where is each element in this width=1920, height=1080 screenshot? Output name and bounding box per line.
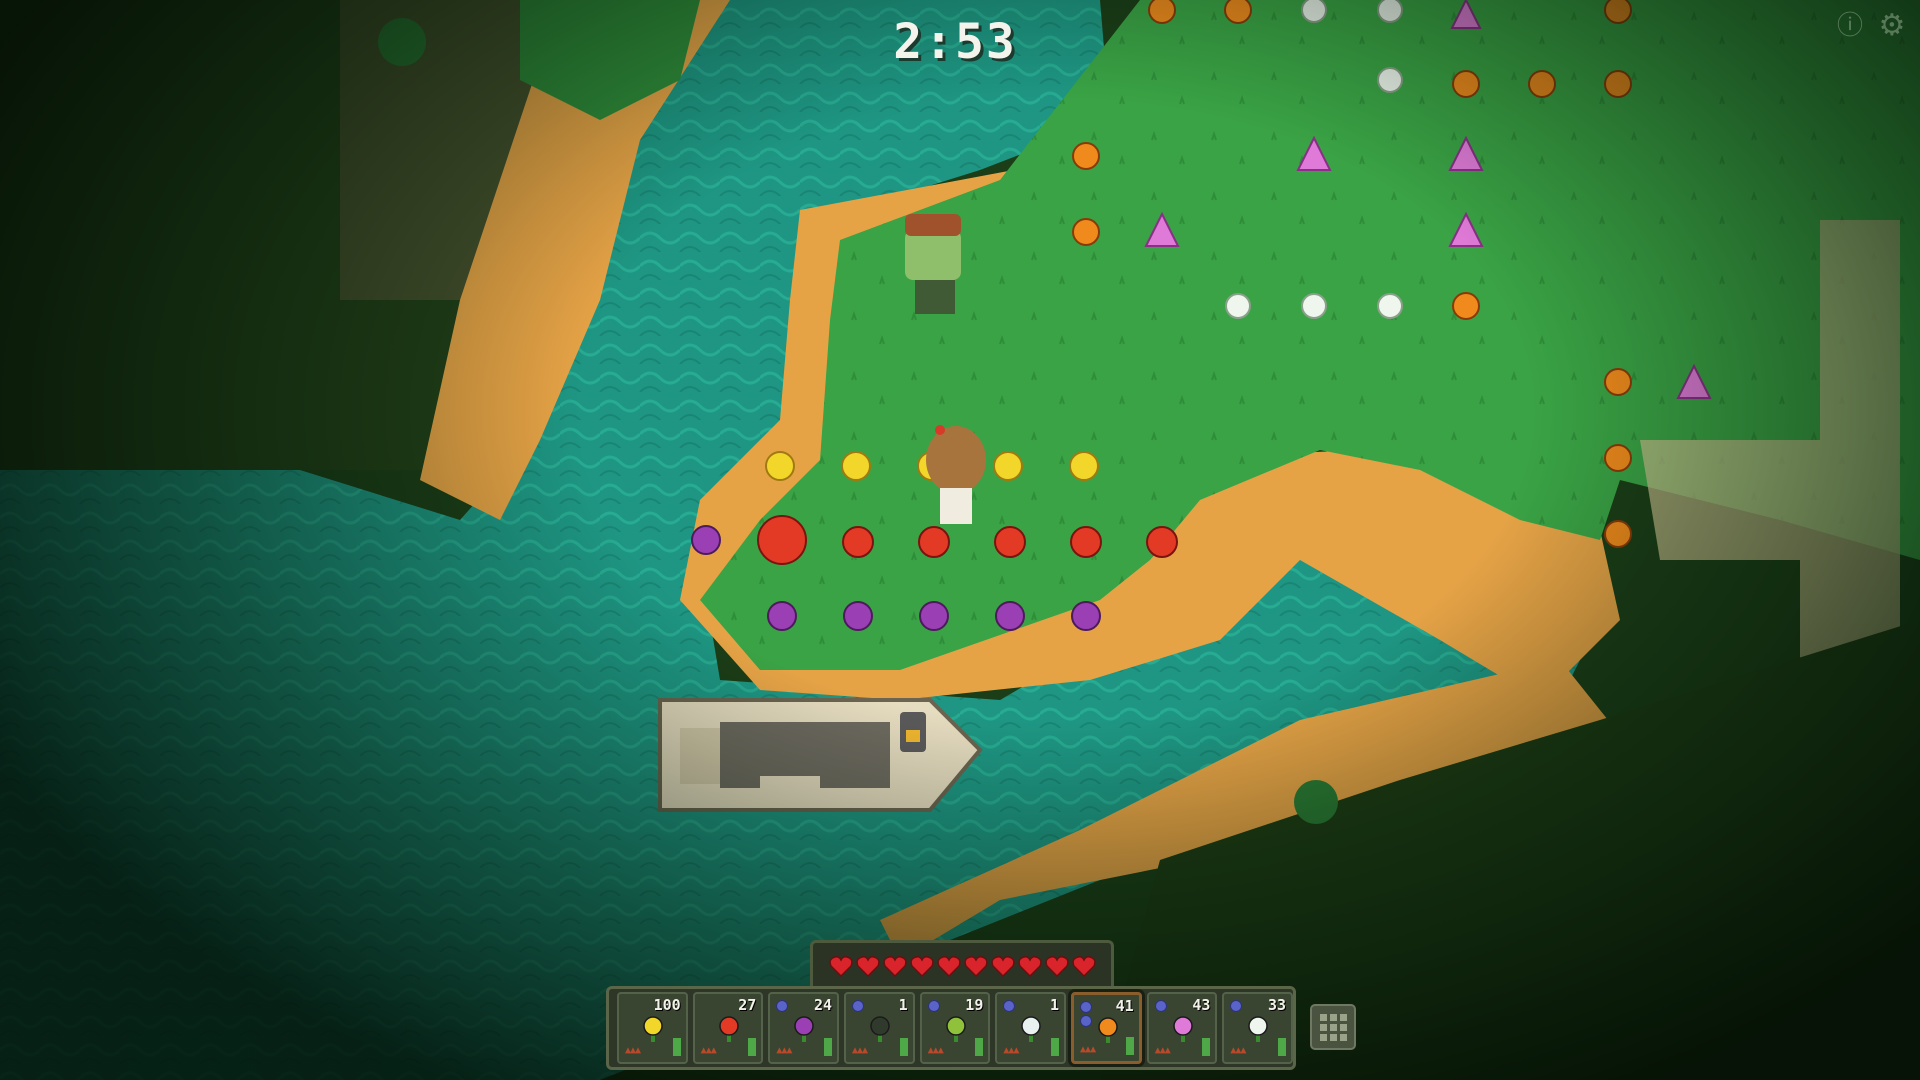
mana-dot-icon — [1080, 1001, 1093, 1013]
item-count: 1 — [1050, 996, 1060, 1014]
boat[interactable] — [658, 698, 983, 812]
hotbar-slot-white-seed[interactable]: 1 ▲▲▲ — [995, 992, 1067, 1064]
growth-bar — [1278, 1038, 1287, 1056]
quality-icon: ▲▲▲ — [776, 1045, 792, 1056]
round-timer: 2:53 — [893, 14, 1017, 70]
quality-icon: ▲▲▲ — [1003, 1045, 1019, 1056]
purple-flower-icon — [794, 1016, 815, 1042]
gear-icon[interactable]: ⚙ — [1878, 11, 1906, 41]
hotbar-slot-dark-seed[interactable]: 1 ▲▲▲ — [844, 992, 915, 1064]
growth-bar — [1125, 1037, 1134, 1055]
quality-icon: ▲▲▲ — [927, 1045, 944, 1056]
growth-bar — [748, 1038, 757, 1056]
heart-icon — [882, 956, 907, 977]
heart-icon — [1017, 956, 1042, 977]
info-icon[interactable]: ⓘ — [1836, 12, 1864, 40]
hotbar-slot-white-flower[interactable]: 33 ▲▲▲ — [1222, 992, 1294, 1064]
white-seed-icon — [1021, 1016, 1042, 1042]
heart-icon — [990, 956, 1015, 977]
mana-dot-icon — [1154, 1000, 1167, 1012]
heart-icon — [1071, 956, 1096, 977]
hotbar-slot-orange-flower[interactable]: 41 ▲▲▲ — [1071, 992, 1142, 1064]
red-flower-icon — [718, 1016, 739, 1042]
dark-seed-icon — [870, 1016, 890, 1042]
quality-icon: ▲▲▲ — [1154, 1045, 1171, 1056]
quality-icon: ▲▲▲ — [700, 1045, 717, 1056]
heart-icon — [936, 956, 961, 977]
growth-bar — [975, 1038, 984, 1056]
heart-icon — [828, 956, 853, 977]
orange-flower-icon — [1098, 1017, 1118, 1043]
growth-bar — [899, 1038, 908, 1056]
hotbar-slot-sprout[interactable]: 19 ▲▲▲ — [919, 992, 991, 1064]
grid-icon — [1319, 1013, 1327, 1021]
heart-icon — [963, 956, 988, 977]
hotbar: 100 ▲▲▲ 27 ▲▲▲ 24 ▲▲▲ 1 ▲▲▲ 19 ▲▲▲ 1 ▲▲▲ 41 ▲▲▲ 43 ▲▲▲ 3… — [606, 986, 1296, 1070]
quality-icon: ▲▲▲ — [852, 1045, 868, 1056]
quality-icon: ▲▲▲ — [1080, 1044, 1096, 1055]
pink-flower-icon — [1172, 1016, 1193, 1042]
health-bar — [810, 940, 1114, 989]
mana-dot-icon — [927, 1000, 940, 1012]
heart-icon — [855, 956, 880, 977]
quality-icon: ▲▲▲ — [1230, 1045, 1246, 1056]
growth-bar — [1202, 1038, 1211, 1056]
mana-dot-icon — [776, 1000, 789, 1012]
item-count: 1 — [898, 996, 908, 1014]
growth-bar — [824, 1038, 833, 1056]
heart-icon — [1044, 956, 1069, 977]
mana-dot-icon — [852, 1000, 865, 1012]
hotbar-slot-pink-flower[interactable]: 43 ▲▲▲ — [1146, 992, 1218, 1064]
growth-bar — [672, 1038, 681, 1056]
white-flower-icon — [1248, 1016, 1269, 1042]
sprout-icon — [945, 1016, 966, 1042]
inventory-button[interactable] — [1310, 1004, 1356, 1050]
yellow-flower-icon — [643, 1016, 663, 1042]
game-world[interactable] — [0, 0, 1920, 1080]
hotbar-slot-red-flower[interactable]: 27 ▲▲▲ — [692, 992, 764, 1064]
hotbar-slot-purple-flower[interactable]: 24 ▲▲▲ — [768, 992, 840, 1064]
quality-icon: ▲▲▲ — [625, 1045, 641, 1056]
mana-dot-icon — [1230, 1000, 1243, 1012]
mana-dot-icon — [1080, 1015, 1093, 1027]
growth-bar — [1051, 1038, 1060, 1056]
heart-icon — [909, 956, 934, 977]
hotbar-slot-yellow-flower[interactable]: 100 ▲▲▲ — [617, 992, 688, 1064]
mana-dot-icon — [1003, 1000, 1016, 1012]
